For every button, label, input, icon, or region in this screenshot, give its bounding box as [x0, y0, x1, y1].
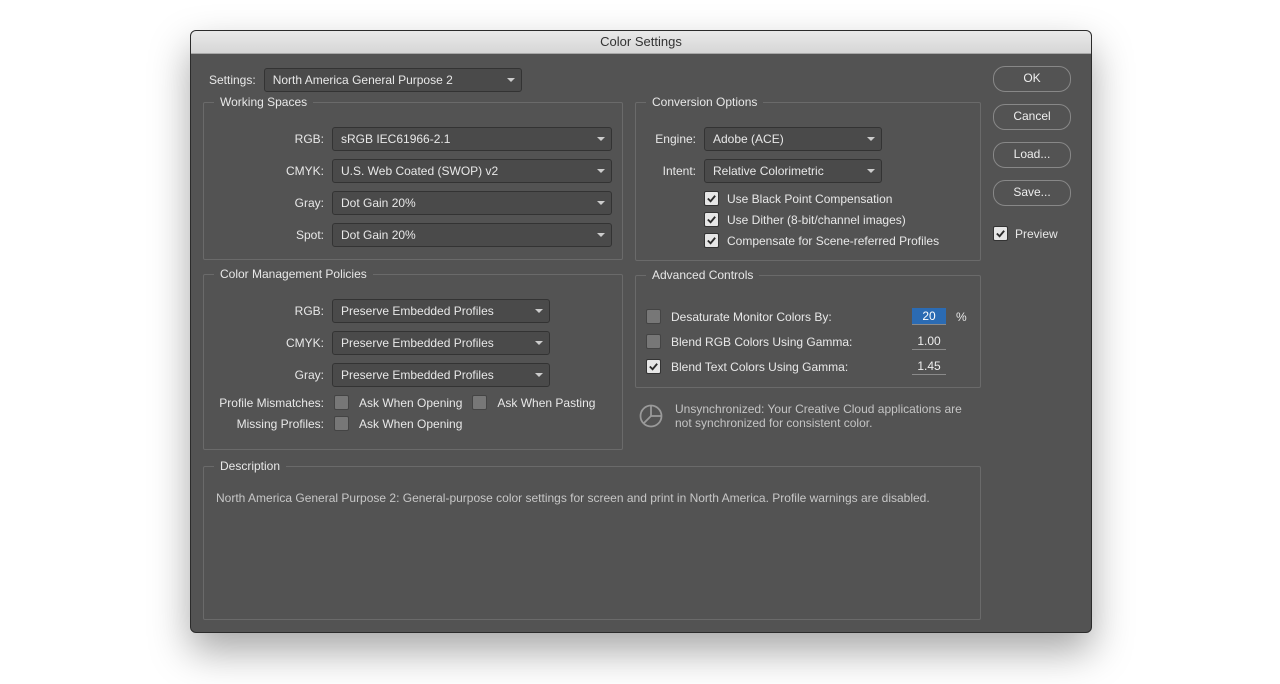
- desaturate-input[interactable]: 20: [912, 308, 946, 325]
- policies-title: Color Management Policies: [214, 267, 373, 281]
- preview-checkbox[interactable]: [993, 226, 1008, 241]
- blend-rgb-input[interactable]: 1.00: [912, 333, 946, 350]
- sync-status: Unsynchronized: Your Creative Cloud appl…: [637, 402, 979, 430]
- policy-cmyk-dropdown[interactable]: Preserve Embedded Profiles: [332, 331, 550, 355]
- policy-rgb-label: RGB:: [214, 304, 324, 318]
- cmyk-value: U.S. Web Coated (SWOP) v2: [341, 164, 498, 178]
- ok-button[interactable]: OK: [993, 66, 1071, 92]
- intent-dropdown[interactable]: Relative Colorimetric: [704, 159, 882, 183]
- description-title: Description: [214, 459, 286, 473]
- blend-text-label: Blend Text Colors Using Gamma:: [671, 360, 902, 374]
- mismatch-paste-label: Ask When Pasting: [497, 396, 595, 410]
- load-button[interactable]: Load...: [993, 142, 1071, 168]
- mismatch-paste-checkbox[interactable]: [472, 395, 487, 410]
- working-spaces-title: Working Spaces: [214, 95, 313, 109]
- policy-gray-dropdown[interactable]: Preserve Embedded Profiles: [332, 363, 550, 387]
- working-spaces-group: Working Spaces RGB: sRGB IEC61966-2.1 CM…: [203, 102, 623, 260]
- gray-value: Dot Gain 20%: [341, 196, 416, 210]
- compensate-checkbox[interactable]: [704, 233, 719, 248]
- conversion-group: Conversion Options Engine: Adobe (ACE) I…: [635, 102, 981, 261]
- spot-value: Dot Gain 20%: [341, 228, 416, 242]
- settings-value: North America General Purpose 2: [273, 73, 453, 87]
- rgb-dropdown[interactable]: sRGB IEC61966-2.1: [332, 127, 612, 151]
- blend-rgb-label: Blend RGB Colors Using Gamma:: [671, 335, 902, 349]
- gray-dropdown[interactable]: Dot Gain 20%: [332, 191, 612, 215]
- description-group: Description North America General Purpos…: [203, 466, 981, 620]
- policy-cmyk-value: Preserve Embedded Profiles: [341, 336, 494, 350]
- window-title: Color Settings: [191, 31, 1091, 54]
- save-button[interactable]: Save...: [993, 180, 1071, 206]
- rgb-label: RGB:: [214, 132, 324, 146]
- desaturate-label: Desaturate Monitor Colors By:: [671, 310, 902, 324]
- desaturate-checkbox[interactable]: [646, 309, 661, 324]
- spot-dropdown[interactable]: Dot Gain 20%: [332, 223, 612, 247]
- policy-gray-value: Preserve Embedded Profiles: [341, 368, 494, 382]
- color-settings-dialog: Color Settings Settings: North America G…: [190, 30, 1092, 633]
- engine-dropdown[interactable]: Adobe (ACE): [704, 127, 882, 151]
- sync-text: Unsynchronized: Your Creative Cloud appl…: [675, 402, 979, 430]
- unsynchronized-icon: [637, 402, 665, 430]
- advanced-title: Advanced Controls: [646, 268, 759, 282]
- compensate-label: Compensate for Scene-referred Profiles: [727, 234, 939, 248]
- bpc-label: Use Black Point Compensation: [727, 192, 892, 206]
- cmyk-label: CMYK:: [214, 164, 324, 178]
- policies-group: Color Management Policies RGB: Preserve …: [203, 274, 623, 450]
- policy-gray-label: Gray:: [214, 368, 324, 382]
- blend-text-checkbox[interactable]: [646, 359, 661, 374]
- intent-label: Intent:: [646, 164, 696, 178]
- engine-value: Adobe (ACE): [713, 132, 784, 146]
- cancel-button[interactable]: Cancel: [993, 104, 1071, 130]
- engine-label: Engine:: [646, 132, 696, 146]
- description-text: North America General Purpose 2: General…: [216, 489, 968, 507]
- preview-label: Preview: [1015, 227, 1058, 241]
- policy-cmyk-label: CMYK:: [214, 336, 324, 350]
- settings-label: Settings:: [209, 73, 256, 87]
- blend-text-input[interactable]: 1.45: [912, 358, 946, 375]
- mismatch-label: Profile Mismatches:: [214, 396, 324, 410]
- settings-dropdown[interactable]: North America General Purpose 2: [264, 68, 522, 92]
- policy-rgb-value: Preserve Embedded Profiles: [341, 304, 494, 318]
- missing-label: Missing Profiles:: [214, 417, 324, 431]
- gray-label: Gray:: [214, 196, 324, 210]
- dither-checkbox[interactable]: [704, 212, 719, 227]
- dither-label: Use Dither (8-bit/channel images): [727, 213, 906, 227]
- intent-value: Relative Colorimetric: [713, 164, 824, 178]
- advanced-group: Advanced Controls Desaturate Monitor Col…: [635, 275, 981, 388]
- mismatch-open-checkbox[interactable]: [334, 395, 349, 410]
- conversion-title: Conversion Options: [646, 95, 763, 109]
- blend-rgb-checkbox[interactable]: [646, 334, 661, 349]
- cmyk-dropdown[interactable]: U.S. Web Coated (SWOP) v2: [332, 159, 612, 183]
- mismatch-open-label: Ask When Opening: [359, 396, 462, 410]
- missing-open-label: Ask When Opening: [359, 417, 462, 431]
- policy-rgb-dropdown[interactable]: Preserve Embedded Profiles: [332, 299, 550, 323]
- percent-label: %: [956, 310, 970, 324]
- spot-label: Spot:: [214, 228, 324, 242]
- bpc-checkbox[interactable]: [704, 191, 719, 206]
- missing-open-checkbox[interactable]: [334, 416, 349, 431]
- rgb-value: sRGB IEC61966-2.1: [341, 132, 450, 146]
